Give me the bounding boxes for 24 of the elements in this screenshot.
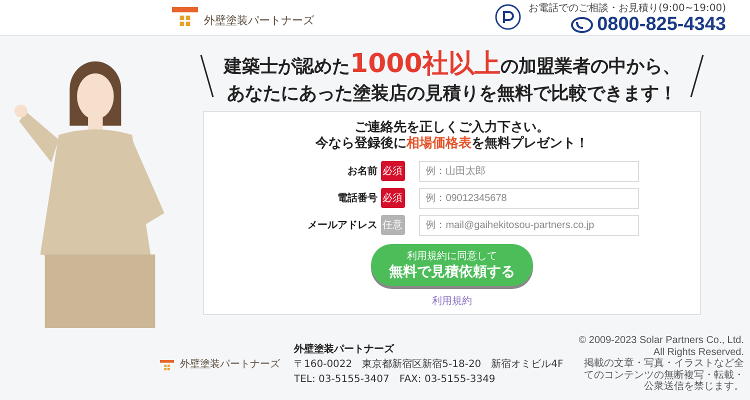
terms-link[interactable]: 利用規約 — [432, 294, 472, 308]
headline-text: 建築士が認めた 1000社以上の加盟業者の中から、 — [224, 48, 680, 81]
input-field[interactable]: 例：mail@gaihekitosou-partners.co.jp — [418, 214, 639, 236]
footer-logo-text: 外壁塗装パートナーズ — [180, 358, 280, 371]
copyright-text: © 2009-2023 Solar Partners Co., Ltd. All Rights Reserved. — [578, 335, 744, 358]
input-field[interactable]: 例：09012345678 — [418, 188, 639, 208]
notice-text: 掲載の文章・写真・イラストなど全てのコンテンツの無断複写・転載・公衆送信を禁じます。 — [583, 358, 744, 393]
form-intro: 今なら登録後に相場価格表を無料プレゼント！ — [316, 136, 589, 152]
logo-text: 外壁塗装パートナーズ — [204, 12, 314, 28]
required-tag: 必須 — [380, 188, 405, 208]
field-label: メールアドレス — [306, 219, 379, 232]
company-address: 〒160-0022 東京都新宿区新宿5-18-20 新宿オミビル4F — [294, 358, 564, 371]
optional-tag: 任意 — [380, 215, 405, 235]
required-tag: 必須 — [380, 161, 405, 181]
phone-hours-note: お電話でのご相談・お見積り(9:00~19:00) — [528, 2, 726, 15]
headline-text: あなたにあった塗装店の見積りを無料で比較できます！ — [227, 82, 678, 105]
submit-button[interactable]: 利用規約に同意して 無料で見積依頼する — [371, 244, 534, 286]
company-contact: TEL: 03-5155-3407 FAX: 03-5155-3349 — [294, 373, 496, 386]
form-intro: ご連絡先を正しくご入力下さい。 — [354, 120, 550, 136]
field-label: お名前 — [346, 164, 379, 178]
input-field[interactable]: 例：山田太郎 — [418, 160, 639, 182]
field-label: 電話番号 — [336, 192, 379, 205]
phone-number[interactable]: 0800-825-4343 — [597, 15, 726, 34]
company-name: 外壁塗装パートナーズ — [294, 342, 396, 356]
